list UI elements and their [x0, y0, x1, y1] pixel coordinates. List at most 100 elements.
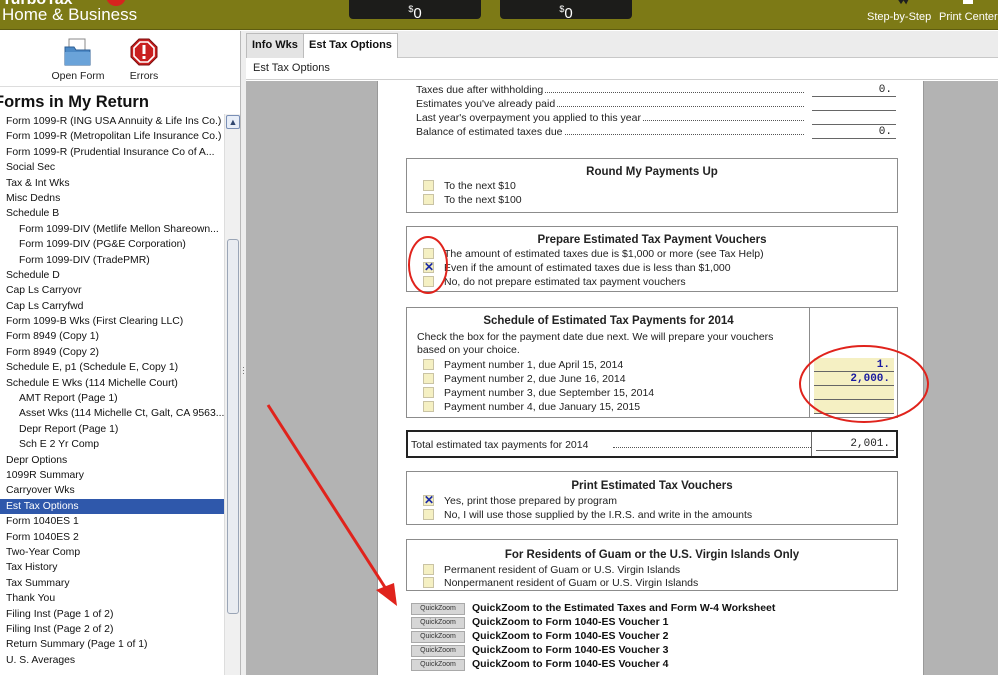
form-list-item-selected[interactable]: Est Tax Options — [0, 498, 224, 515]
print-icon[interactable] — [961, 0, 975, 6]
checkbox-option[interactable]: To the next $10 — [407, 179, 887, 193]
summary-row-label: Estimates you've already paid — [416, 98, 556, 110]
form-list-item[interactable]: Cap Ls Carryovr — [0, 283, 224, 298]
errors-button[interactable]: Errors — [112, 37, 176, 82]
form-list-item[interactable]: Form 1099-B Wks (First Clearing LLC) — [0, 314, 224, 329]
form-list-item[interactable]: Filing Inst (Page 1 of 2) — [0, 607, 224, 622]
form-list-item[interactable]: Form 1040ES 2 — [0, 530, 224, 545]
checkbox-option-label: Nonpermanent resident of Guam or U.S. Vi… — [444, 577, 699, 589]
summary-row-amount[interactable]: 0. — [812, 125, 896, 139]
form-list-item[interactable]: Carryover Wks — [0, 483, 224, 498]
checkbox-checked[interactable] — [423, 493, 434, 507]
form-list-item[interactable]: Depr Report (Page 1) — [0, 422, 224, 437]
scrollbar-thumb[interactable] — [227, 239, 239, 614]
checkbox-option[interactable]: No, do not prepare estimated tax payment… — [407, 275, 887, 289]
tab-info-wks[interactable]: Info Wks — [246, 33, 304, 58]
est-tax-options-form: Taxes due after withholding 0. Estimates y… — [377, 81, 924, 675]
print-center-button[interactable]: Print Center — [939, 11, 998, 23]
checkbox-option[interactable]: Even if the amount of estimated taxes du… — [407, 260, 887, 275]
form-list-item[interactable]: Form 8949 (Copy 1) — [0, 329, 224, 344]
checkbox-option[interactable]: No, I will use those supplied by the I.R… — [407, 508, 887, 522]
leader-dots — [565, 125, 804, 135]
form-list-item[interactable]: Tax History — [0, 560, 224, 575]
checkbox-option[interactable]: Yes, print those prepared by program — [407, 493, 887, 508]
checkbox-option[interactable]: The amount of estimated taxes due is $1,… — [407, 247, 887, 261]
checkbox[interactable] — [423, 248, 434, 259]
form-list-item[interactable]: Form 1099-DIV (Metlife Mellon Shareown..… — [0, 222, 224, 237]
checkbox[interactable] — [423, 373, 434, 384]
open-form-button[interactable]: Open Form — [46, 37, 110, 82]
checkbox[interactable] — [423, 180, 434, 191]
payment-row-label: Payment number 2, due June 16, 2014 — [444, 372, 628, 386]
payment-amount-field[interactable] — [814, 400, 894, 414]
payment-row[interactable]: Payment number 2, due June 16, 2014 — [407, 372, 807, 386]
checkbox[interactable] — [423, 509, 434, 520]
checkbox-checked[interactable] — [423, 260, 434, 274]
total-payments-amount[interactable]: 2,001. — [816, 437, 894, 451]
form-list-item[interactable]: Thank You — [0, 591, 224, 606]
form-list-item[interactable]: Cap Ls Carryfwd — [0, 299, 224, 314]
form-list-item[interactable]: Return Summary (Page 1 of 1) — [0, 637, 224, 652]
payment-row[interactable]: Payment number 3, due September 15, 2014 — [407, 386, 807, 400]
form-list-item[interactable]: Filing Inst (Page 2 of 2) — [0, 622, 224, 637]
form-list-item[interactable]: Form 1099-R (Prudential Insurance Co of … — [0, 145, 224, 160]
form-list-item[interactable]: AMT Report (Page 1) — [0, 391, 224, 406]
quickzoom-button[interactable]: QuickZoom — [411, 631, 465, 643]
checkbox[interactable] — [423, 564, 434, 575]
checkbox[interactable] — [423, 276, 434, 287]
form-list-item[interactable]: Two-Year Comp — [0, 545, 224, 560]
form-list-item[interactable]: Tax Summary — [0, 576, 224, 591]
form-list-item[interactable]: Schedule E, p1 (Schedule E, Copy 1) — [0, 360, 224, 375]
checkbox[interactable] — [423, 401, 434, 412]
state-refund-meter[interactable]: $0 — [500, 0, 632, 21]
form-list-item[interactable]: Schedule B — [0, 206, 224, 221]
checkbox-option[interactable]: To the next $100 — [407, 193, 887, 207]
form-list-item[interactable]: Depr Options — [0, 453, 224, 468]
summary-row-amount[interactable]: 0. — [812, 83, 896, 97]
form-list-item[interactable]: Misc Dedns — [0, 191, 224, 206]
summary-row: Taxes due after withholding — [416, 83, 806, 97]
form-list-item[interactable]: Form 8949 (Copy 2) — [0, 345, 224, 360]
checkbox[interactable] — [423, 194, 434, 205]
form-list-item[interactable]: Tax & Int Wks — [0, 176, 224, 191]
quickzoom-button[interactable]: QuickZoom — [411, 645, 465, 657]
payment-amount-field[interactable] — [814, 386, 894, 400]
form-list-item[interactable]: Asset Wks (114 Michelle Ct, Galt, CA 956… — [0, 406, 224, 421]
form-list-item[interactable]: Social Sec — [0, 160, 224, 175]
forms-list-scrollbar[interactable]: ▲ — [224, 114, 240, 675]
form-list-item[interactable]: Form 1099-R (Metropolitan Life Insurance… — [0, 129, 224, 144]
summary-row-label: Taxes due after withholding — [416, 84, 544, 96]
form-list-item[interactable]: Sch E 2 Yr Comp — [0, 437, 224, 452]
form-list-item[interactable]: Form 1099-DIV (PG&E Corporation) — [0, 237, 224, 252]
checkbox-option[interactable]: Nonpermanent resident of Guam or U.S. Vi… — [407, 576, 887, 590]
summary-row-label: Balance of estimated taxes due — [416, 126, 563, 138]
form-list-item[interactable]: U. S. Averages — [0, 653, 224, 668]
quickzoom-button[interactable]: QuickZoom — [411, 617, 465, 629]
checkbox-option[interactable]: Permanent resident of Guam or U.S. Virgi… — [407, 563, 887, 577]
form-list-item[interactable]: Form 1040ES 1 — [0, 514, 224, 529]
federal-refund-meter[interactable]: $0 — [349, 0, 481, 21]
summary-row-amount[interactable] — [812, 111, 896, 125]
payment-row[interactable]: Payment number 1, due April 15, 2014 — [407, 358, 807, 372]
checkbox[interactable] — [423, 359, 434, 370]
quickzoom-button[interactable]: QuickZoom — [411, 603, 465, 615]
step-by-step-button[interactable]: Step-by-Step — [867, 11, 931, 23]
payment-row[interactable]: Payment number 4, due January 15, 2015 — [407, 400, 807, 414]
scroll-up-arrow-icon[interactable]: ▲ — [226, 115, 240, 129]
form-list-item[interactable]: Form 1099-DIV (TradePMR) — [0, 253, 224, 268]
quickzoom-button[interactable]: QuickZoom — [411, 659, 465, 671]
tab-est-tax-options[interactable]: Est Tax Options — [303, 33, 398, 58]
step-by-step-icon[interactable] — [896, 0, 910, 6]
splitter-grip-icon: · · · — [242, 362, 245, 378]
form-list-item[interactable]: Schedule D — [0, 268, 224, 283]
payment-amount-field[interactable]: 2,000. — [814, 372, 894, 386]
checkbox[interactable] — [423, 577, 434, 588]
summary-row-amount[interactable] — [812, 97, 896, 111]
checkbox[interactable] — [423, 387, 434, 398]
form-list-item[interactable]: Schedule E Wks (114 Michelle Court) — [0, 376, 224, 391]
total-payments-row: Total estimated tax payments for 2014 — [411, 438, 811, 452]
form-list-item[interactable]: 1099R Summary — [0, 468, 224, 483]
payment-amount-field[interactable]: 1. — [814, 358, 894, 372]
quickzoom-link-label: QuickZoom to Form 1040-ES Voucher 2 — [472, 630, 669, 642]
form-list-item[interactable]: Form 1099-R (ING USA Annuity & Life Ins … — [0, 114, 224, 129]
